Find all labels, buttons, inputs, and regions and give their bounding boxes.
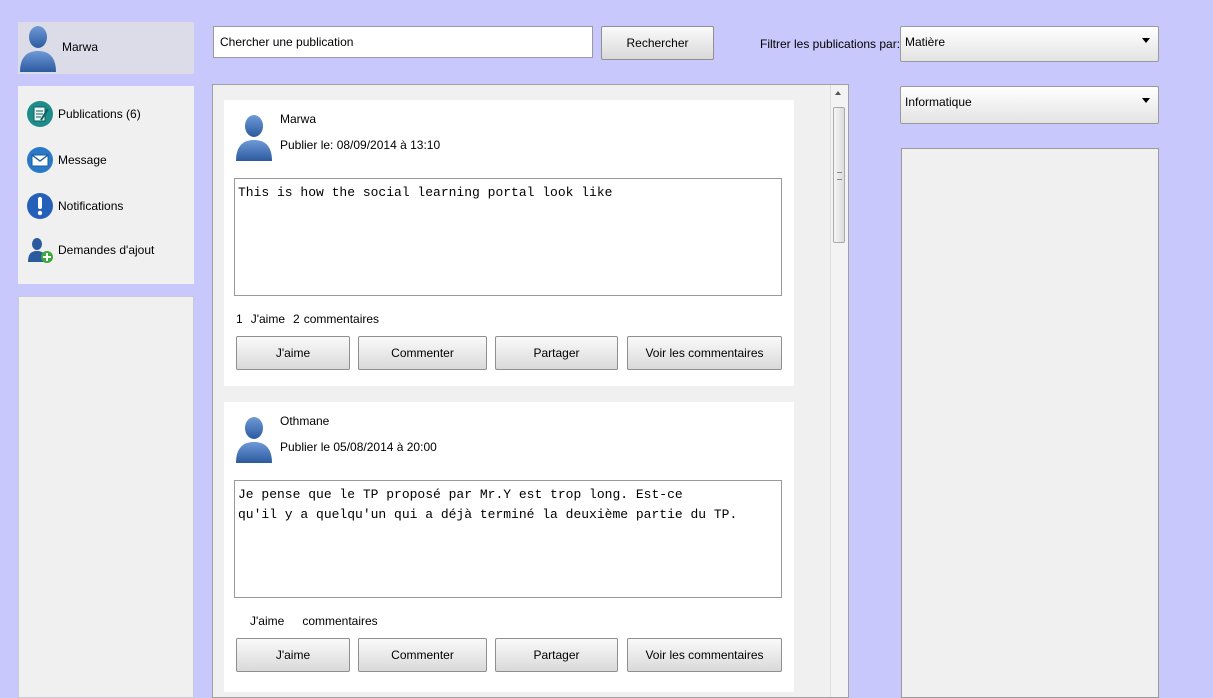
sidebar-item-label: Publications (6) [58, 107, 141, 121]
scroll-grip-icon [837, 172, 842, 180]
search-button[interactable]: Rechercher [601, 26, 714, 60]
scroll-up-arrow-icon[interactable] [835, 91, 841, 95]
comments-label: commentaires [302, 614, 378, 628]
post-date: Publier le: 08/09/2014 à 13:10 [280, 138, 441, 152]
comments-label: commentaires [303, 312, 380, 326]
post-stats: 1 J'aime 2 commentaires [236, 312, 379, 326]
sidebar-item-notifications[interactable]: Notifications [26, 192, 123, 220]
sidebar-item-friend-requests[interactable]: Demandes d'ajout [26, 236, 154, 264]
comments-count: 2 [293, 312, 300, 326]
search-input[interactable] [213, 26, 593, 58]
view-comments-button[interactable]: Voir les commentaires [627, 336, 782, 370]
user-avatar-icon [236, 115, 272, 161]
post-date: Publier le 05/08/2014 à 20:00 [280, 440, 437, 454]
filter-subject-value: Informatique [905, 95, 972, 109]
share-button[interactable]: Partager [495, 336, 618, 370]
view-comments-button[interactable]: Voir les commentaires [627, 638, 782, 672]
post-stats: J'aime commentaires [242, 614, 378, 628]
filter-type-value: Matière [905, 35, 946, 49]
post-body[interactable]: This is how the social learning portal l… [234, 178, 782, 296]
user-avatar-icon [236, 417, 272, 463]
scroll-thumb[interactable] [833, 107, 845, 243]
post-author: Marwa [280, 112, 317, 126]
publications-icon [27, 101, 53, 127]
chevron-down-icon [1142, 98, 1150, 103]
profile-name: Marwa [62, 40, 99, 54]
post-body[interactable]: Je pense que le TP proposé par Mr.Y est … [234, 480, 782, 598]
post-card: Othmane Publier le 05/08/2014 à 20:00 Je… [224, 402, 794, 692]
sidebar-item-label: Message [58, 153, 107, 167]
mail-icon [27, 147, 53, 173]
sidebar-item-message[interactable]: Message [26, 146, 107, 174]
comment-button[interactable]: Commenter [358, 638, 487, 672]
chevron-down-icon [1142, 38, 1150, 43]
user-avatar-icon [20, 26, 56, 72]
filter-label: Filtrer les publications par: [760, 37, 901, 51]
likes-count: 1 [236, 312, 243, 326]
profile-header[interactable]: Marwa [18, 22, 194, 74]
sidebar-item-publications[interactable]: Publications (6) [26, 100, 141, 128]
sidebar-empty-panel [18, 296, 194, 698]
add-user-icon [28, 238, 53, 263]
feed-scrollbar[interactable] [830, 85, 848, 697]
sidebar-item-label: Notifications [58, 199, 124, 213]
filter-subject-dropdown[interactable]: Informatique [900, 86, 1159, 124]
post-card: Marwa Publier le: 08/09/2014 à 13:10 Thi… [224, 100, 794, 386]
filter-type-dropdown[interactable]: Matière [900, 26, 1159, 62]
exclamation-icon [27, 193, 53, 219]
likes-label: J'aime [250, 614, 285, 628]
publication-feed: Marwa Publier le: 08/09/2014 à 13:10 Thi… [212, 84, 849, 698]
filter-results-panel [901, 148, 1159, 698]
sidebar: Publications (6) Message Notifications D… [18, 86, 194, 284]
like-button[interactable]: J'aime [236, 336, 350, 370]
sidebar-item-label: Demandes d'ajout [58, 243, 155, 257]
like-button[interactable]: J'aime [236, 638, 350, 672]
post-author: Othmane [280, 414, 330, 428]
share-button[interactable]: Partager [495, 638, 618, 672]
comment-button[interactable]: Commenter [358, 336, 487, 370]
likes-label: J'aime [250, 312, 285, 326]
